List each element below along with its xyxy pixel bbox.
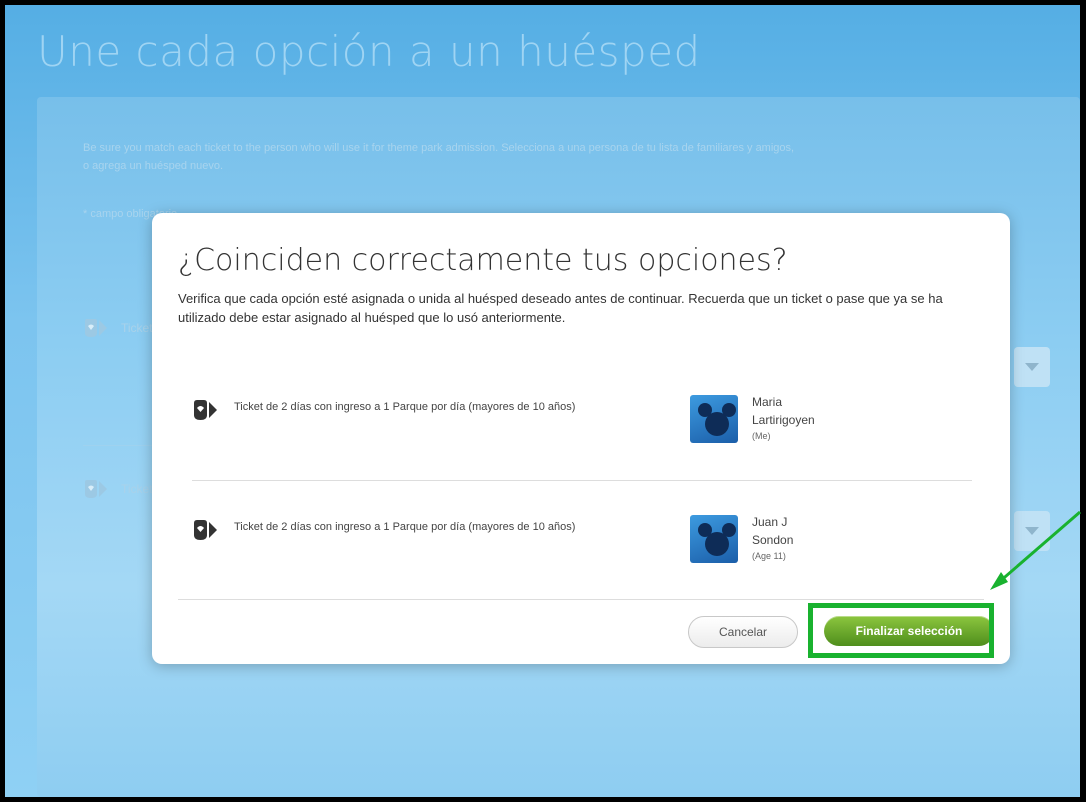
footer-divider (178, 599, 984, 600)
row-divider (192, 480, 972, 481)
assignment-row: Ticket de 2 días con ingreso a 1 Parque … (192, 515, 972, 585)
guest-last-name: Lartirigoyen (752, 413, 815, 427)
ticket-icon (194, 400, 217, 420)
modal-title: ¿Coinciden correctamente tus opciones? (178, 243, 788, 278)
highlight-box (808, 603, 994, 658)
confirmation-modal: ¿Coinciden correctamente tus opciones? V… (152, 213, 1010, 664)
mickey-avatar-icon (698, 403, 736, 436)
background-ticket-label: Ticket (121, 482, 153, 496)
chevron-down-icon (1025, 363, 1039, 371)
avatar (690, 515, 738, 563)
assignment-row: Ticket de 2 días con ingreso a 1 Parque … (192, 395, 972, 465)
background-intro-text: Be sure you match each ticket to the per… (83, 142, 795, 172)
modal-description: Verifica que cada opción esté asignada o… (178, 291, 943, 325)
background-guest-dropdown[interactable] (1014, 511, 1050, 551)
background-ticket-label: Ticket (121, 321, 153, 335)
guest-note: (Age 11) (752, 551, 786, 561)
background-ticket-row: Ticket (83, 479, 153, 499)
ticket-icon (194, 520, 217, 540)
ticket-description: Ticket de 2 días con ingreso a 1 Parque … (234, 521, 576, 533)
background-guest-dropdown[interactable] (1014, 347, 1050, 387)
guest-note: (Me) (752, 431, 771, 441)
chevron-down-icon (1025, 527, 1039, 535)
guest-first-name: Maria (752, 395, 783, 409)
guest-first-name: Juan J (752, 515, 788, 529)
ticket-icon (85, 480, 107, 498)
page-title: Une cada opción a un huésped (37, 27, 701, 76)
ticket-icon (85, 319, 107, 337)
mickey-avatar-icon (698, 523, 736, 556)
background-ticket-row: Ticket (83, 318, 153, 338)
guest-last-name: Sondon (752, 533, 794, 547)
ticket-description: Ticket de 2 días con ingreso a 1 Parque … (234, 401, 576, 413)
cancel-button[interactable]: Cancelar (688, 616, 798, 648)
avatar (690, 395, 738, 443)
